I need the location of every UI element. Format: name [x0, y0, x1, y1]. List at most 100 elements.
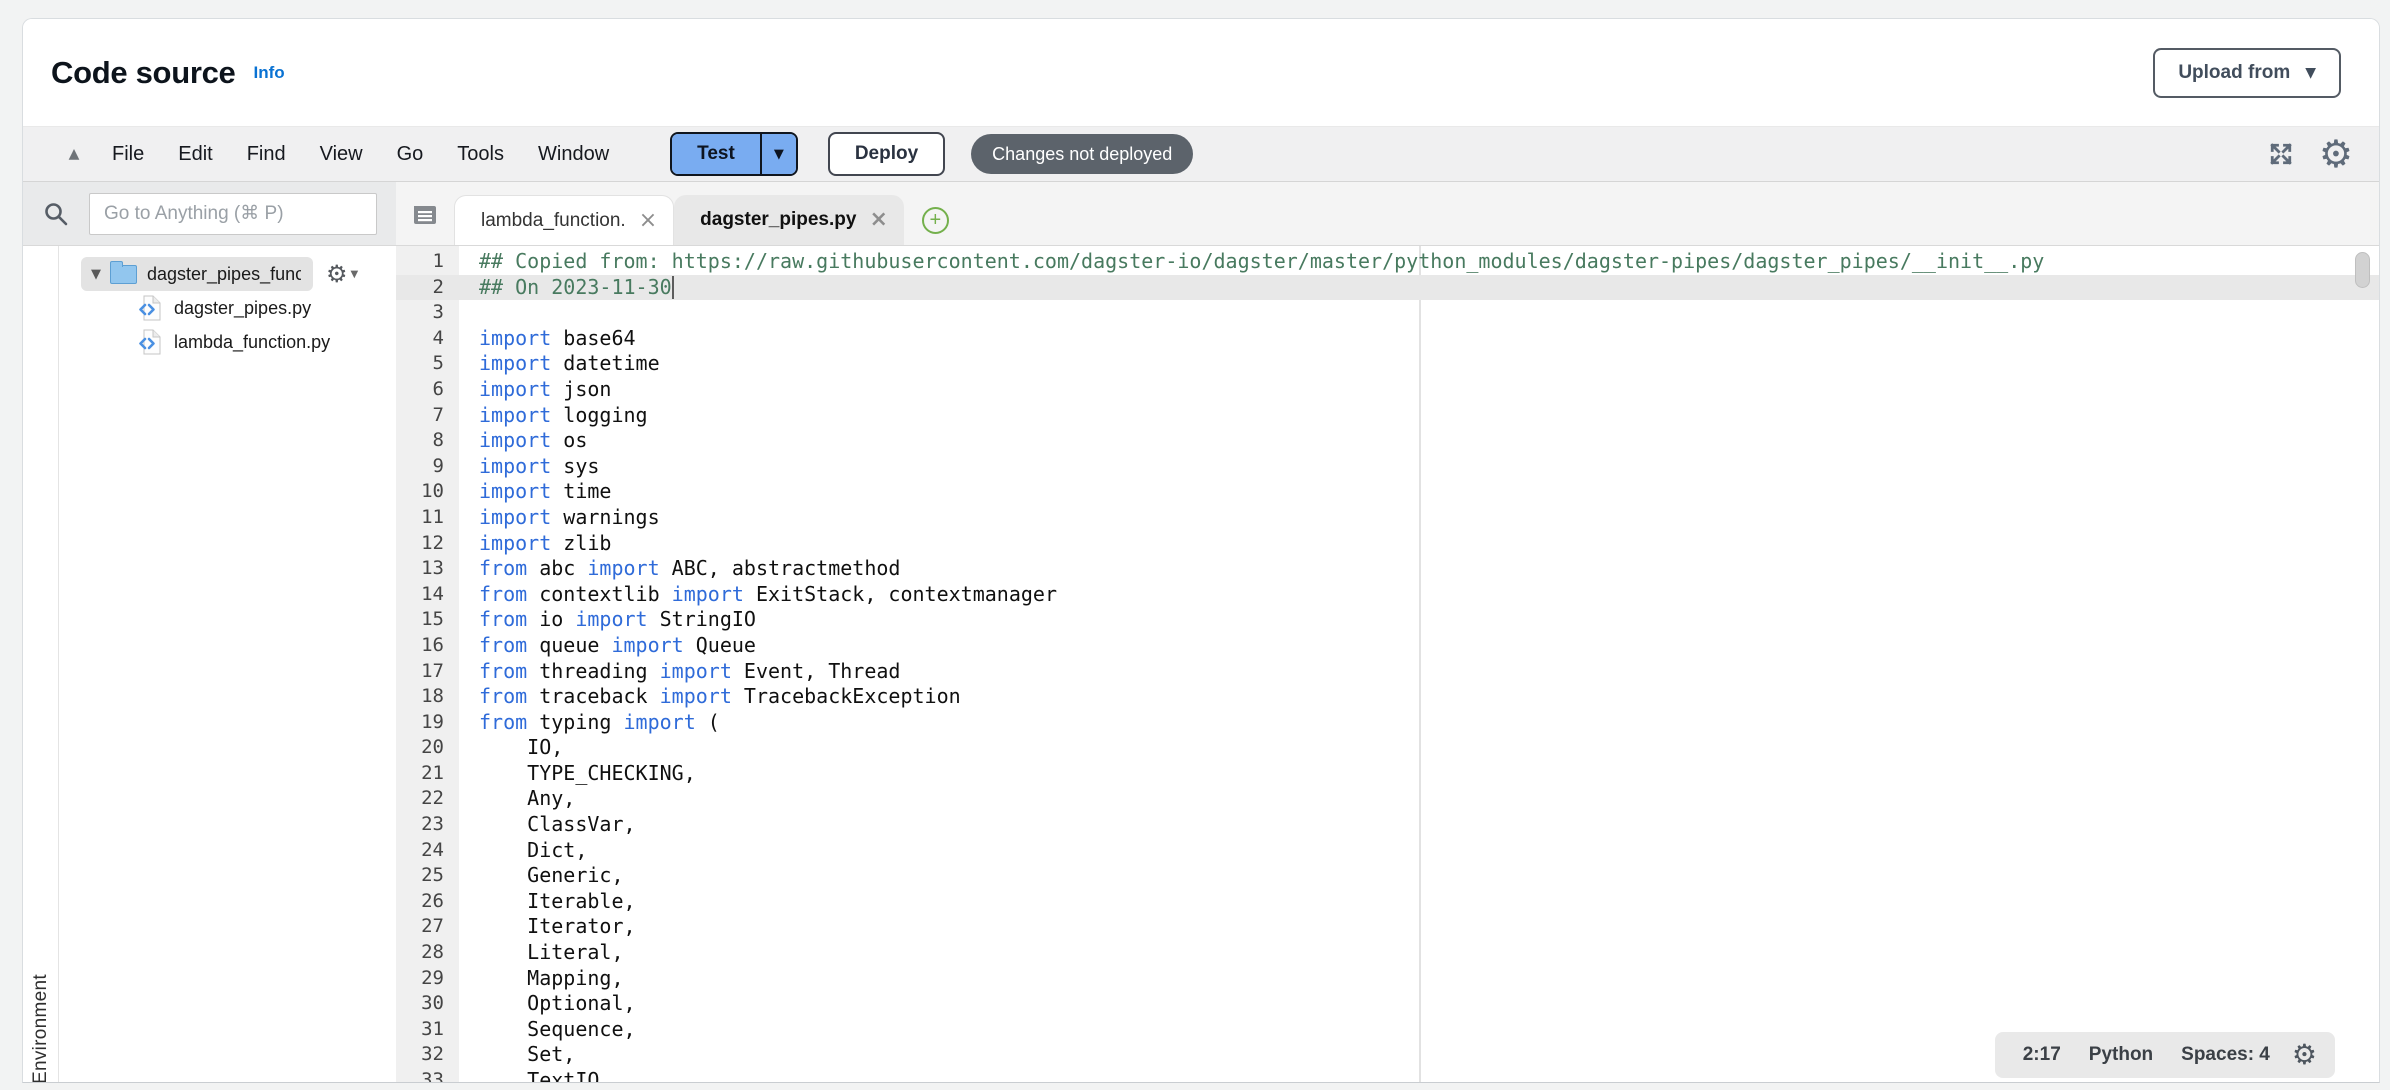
line-content: import os [459, 428, 587, 454]
line-content: import json [459, 377, 611, 403]
new-tab-button[interactable]: + [922, 207, 949, 234]
tabs: lambda_function.×dagster_pipes.py× [454, 195, 904, 245]
code-line[interactable]: 28 Literal, [396, 940, 2379, 966]
tree-file-lambda-function-py[interactable]: lambda_function.py [59, 325, 396, 359]
code-line[interactable]: 13from abc import ABC, abstractmethod [396, 556, 2379, 582]
line-number: 6 [396, 377, 459, 403]
test-dropdown-button[interactable]: ▼ [760, 134, 796, 174]
line-content: IO, [459, 735, 563, 761]
editor-status-bar: 2:17 Python Spaces: 4 ⚙ [1995, 1032, 2335, 1078]
folder-pill: ▼ dagster_pipes_funct [81, 257, 313, 291]
environment-label: Environment [30, 254, 52, 1083]
search-icon-zone [23, 201, 89, 227]
tab-close-icon[interactable]: × [869, 209, 887, 231]
menu-item-go[interactable]: Go [380, 143, 441, 166]
menu-item-tools[interactable]: Tools [440, 143, 521, 166]
search-icon [43, 201, 69, 227]
line-content: Any, [459, 786, 575, 812]
language-mode[interactable]: Python [2075, 1044, 2167, 1066]
code-line[interactable]: 3 [396, 300, 2379, 326]
indentation-setting[interactable]: Spaces: 4 [2167, 1044, 2284, 1066]
info-link[interactable]: Info [253, 63, 284, 83]
search-input[interactable] [89, 193, 377, 235]
tab-dagster-pipes-py[interactable]: dagster_pipes.py× [674, 195, 904, 245]
test-button[interactable]: Test [672, 134, 760, 174]
tab-close-icon[interactable]: × [639, 210, 657, 232]
tree-file-dagster-pipes-py[interactable]: dagster_pipes.py [59, 291, 396, 325]
line-content: import base64 [459, 326, 636, 352]
code-line[interactable]: 27 Iterator, [396, 914, 2379, 940]
tab-list-icon [412, 202, 438, 226]
code-line[interactable]: 25 Generic, [396, 863, 2379, 889]
file-tree: ▼ dagster_pipes_funct ⚙ ▼ dagster_pipes.… [59, 246, 396, 1083]
code-line[interactable]: 6import json [396, 377, 2379, 403]
code-line[interactable]: 18from traceback import TracebackExcepti… [396, 684, 2379, 710]
editor-settings-gear-icon[interactable]: ⚙ [2284, 1041, 2321, 1069]
code-line[interactable]: 26 Iterable, [396, 889, 2379, 915]
menu-item-view[interactable]: View [303, 143, 380, 166]
code-line[interactable]: 30 Optional, [396, 991, 2379, 1017]
code-line[interactable]: 2## On 2023-11-30 [396, 275, 2379, 301]
line-number: 24 [396, 838, 459, 864]
code-line[interactable]: 5import datetime [396, 351, 2379, 377]
menu-item-window[interactable]: Window [521, 143, 626, 166]
code-editor[interactable]: 1## Copied from: https://raw.githubuserc… [396, 246, 2379, 1083]
code-line[interactable]: 22 Any, [396, 786, 2379, 812]
code-line[interactable]: 14from contextlib import ExitStack, cont… [396, 582, 2379, 608]
code-line[interactable]: 12import zlib [396, 531, 2379, 557]
code-line[interactable]: 24 Dict, [396, 838, 2379, 864]
line-number: 29 [396, 966, 459, 992]
tree-files: dagster_pipes.pylambda_function.py [59, 291, 396, 359]
text-cursor [672, 276, 674, 299]
code-line[interactable]: 11import warnings [396, 505, 2379, 531]
folder-icon [110, 265, 137, 284]
line-number: 25 [396, 863, 459, 889]
line-number: 26 [396, 889, 459, 915]
cursor-position[interactable]: 2:17 [2009, 1044, 2075, 1066]
fullscreen-icon[interactable] [2267, 140, 2295, 168]
code-line[interactable]: 8import os [396, 428, 2379, 454]
menu-item-edit[interactable]: Edit [161, 143, 229, 166]
vertical-scrollbar[interactable] [2355, 252, 2370, 288]
line-content: from contextlib import ExitStack, contex… [459, 582, 1057, 608]
code-line[interactable]: 29 Mapping, [396, 966, 2379, 992]
environment-rail[interactable]: Environment [23, 246, 59, 1083]
code-line[interactable]: 16from queue import Queue [396, 633, 2379, 659]
folder-settings-gear-icon[interactable]: ⚙ [326, 262, 348, 286]
line-content: import logging [459, 403, 648, 429]
line-number: 27 [396, 914, 459, 940]
tab-lambda-function-[interactable]: lambda_function.× [454, 195, 674, 245]
code-line[interactable]: 20 IO, [396, 735, 2379, 761]
line-number: 4 [396, 326, 459, 352]
menu-items: FileEditFindViewGoToolsWindow [95, 143, 626, 166]
code-line[interactable]: 10import time [396, 479, 2379, 505]
line-number: 22 [396, 786, 459, 812]
code-line[interactable]: 4import base64 [396, 326, 2379, 352]
code-line[interactable]: 19from typing import ( [396, 710, 2379, 736]
chevron-down-icon[interactable]: ▼ [91, 267, 101, 282]
chevron-down-icon: ▼ [351, 269, 359, 280]
editor-body: Environment ▼ dagster_pipes_funct ⚙ ▼ da… [23, 182, 2379, 1083]
code-line[interactable]: 21 TYPE_CHECKING, [396, 761, 2379, 787]
code-line[interactable]: 7import logging [396, 403, 2379, 429]
line-content: Iterator, [459, 914, 636, 940]
line-number: 21 [396, 761, 459, 787]
tab-list-button[interactable] [396, 182, 454, 245]
line-content: from typing import ( [459, 710, 720, 736]
code-line[interactable]: 15from io import StringIO [396, 607, 2379, 633]
code-line[interactable]: 1## Copied from: https://raw.githubuserc… [396, 249, 2379, 275]
line-number: 7 [396, 403, 459, 429]
menu-item-file[interactable]: File [95, 143, 161, 166]
collapse-panel-icon[interactable]: ▲ [53, 146, 95, 162]
code-line[interactable]: 9import sys [396, 454, 2379, 480]
upload-from-button[interactable]: Upload from ▼ [2153, 48, 2341, 98]
code-line[interactable]: 17from threading import Event, Thread [396, 659, 2379, 685]
line-content: import datetime [459, 351, 660, 377]
line-number: 8 [396, 428, 459, 454]
tree-folder-row[interactable]: ▼ dagster_pipes_funct ⚙ ▼ [59, 257, 396, 291]
deploy-button[interactable]: Deploy [828, 132, 945, 176]
code-line[interactable]: 23 ClassVar, [396, 812, 2379, 838]
menu-item-find[interactable]: Find [230, 143, 303, 166]
line-number: 13 [396, 556, 459, 582]
gear-icon[interactable]: ⚙ [2319, 135, 2353, 173]
